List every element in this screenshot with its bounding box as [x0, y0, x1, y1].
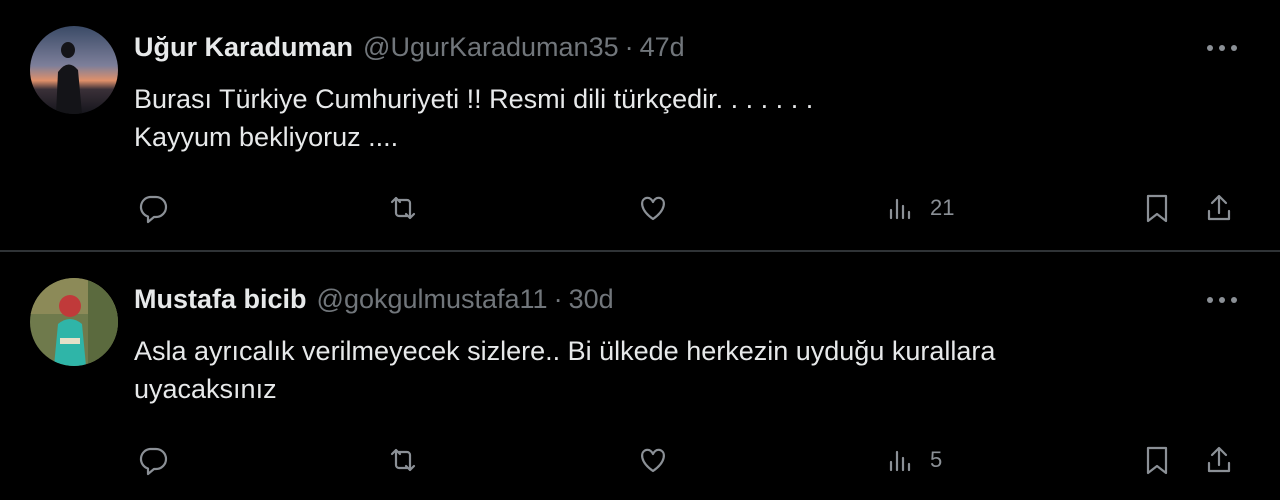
bookmark-button[interactable] — [1140, 188, 1174, 228]
author-handle[interactable]: @gokgulmustafa11 — [317, 284, 548, 315]
tweet-text-line: Asla ayrıcalık verilmeyecek sizlere.. Bi… — [134, 336, 996, 366]
like-button[interactable] — [636, 440, 670, 480]
views-icon — [889, 198, 911, 220]
like-icon — [641, 196, 665, 221]
author-name[interactable]: Mustafa bicib — [134, 284, 307, 315]
views-icon — [889, 450, 911, 472]
timestamp[interactable]: 47d — [640, 32, 685, 63]
tweet-text: Asla ayrıcalık verilmeyecek sizlere.. Bi… — [134, 332, 995, 408]
timestamp[interactable]: 30d — [569, 284, 614, 315]
share-icon — [1207, 446, 1231, 473]
action-bar: 21 — [0, 188, 1280, 228]
bookmark-icon — [1146, 446, 1168, 475]
tweet[interactable]: Mustafa bicib @gokgulmustafa11 · 30d Asl… — [0, 252, 1280, 500]
bookmark-button[interactable] — [1140, 440, 1174, 480]
tweet-text-line: uyacaksınız — [134, 374, 277, 404]
more-icon[interactable] — [1202, 34, 1242, 62]
avatar[interactable] — [30, 278, 118, 366]
reply-button[interactable] — [136, 440, 170, 480]
reply-button[interactable] — [136, 188, 170, 228]
tweet-text-line: Burası Türkiye Cumhuriyeti !! Resmi dili… — [134, 84, 814, 114]
action-bar: 5 — [0, 440, 1280, 480]
share-icon — [1207, 194, 1231, 221]
share-button[interactable] — [1202, 440, 1236, 480]
separator-dot: · — [624, 32, 634, 62]
avatar[interactable] — [30, 26, 118, 114]
views-count: 5 — [930, 447, 943, 472]
author-name[interactable]: Uğur Karaduman — [134, 32, 353, 63]
bookmark-icon — [1146, 194, 1168, 223]
separator-dot: · — [553, 284, 563, 314]
like-icon — [641, 448, 665, 473]
reply-icon — [139, 447, 168, 476]
retweet-button[interactable] — [386, 440, 420, 480]
tweet-text-line: Kayyum bekliyoruz .... — [134, 122, 399, 152]
reply-icon — [139, 195, 168, 224]
author-handle[interactable]: @UgurKaraduman35 — [363, 32, 619, 63]
retweet-icon — [390, 448, 416, 472]
views-button[interactable]: 21 — [884, 188, 954, 228]
retweet-icon — [390, 196, 416, 220]
more-icon[interactable] — [1202, 286, 1242, 314]
views-button[interactable]: 5 — [884, 440, 942, 480]
retweet-button[interactable] — [386, 188, 420, 228]
tweet-text: Burası Türkiye Cumhuriyeti !! Resmi dili… — [134, 80, 813, 156]
views-count: 21 — [930, 195, 955, 220]
like-button[interactable] — [636, 188, 670, 228]
share-button[interactable] — [1202, 188, 1236, 228]
tweet[interactable]: Uğur Karaduman @UgurKaraduman35 · 47d Bu… — [0, 0, 1280, 250]
